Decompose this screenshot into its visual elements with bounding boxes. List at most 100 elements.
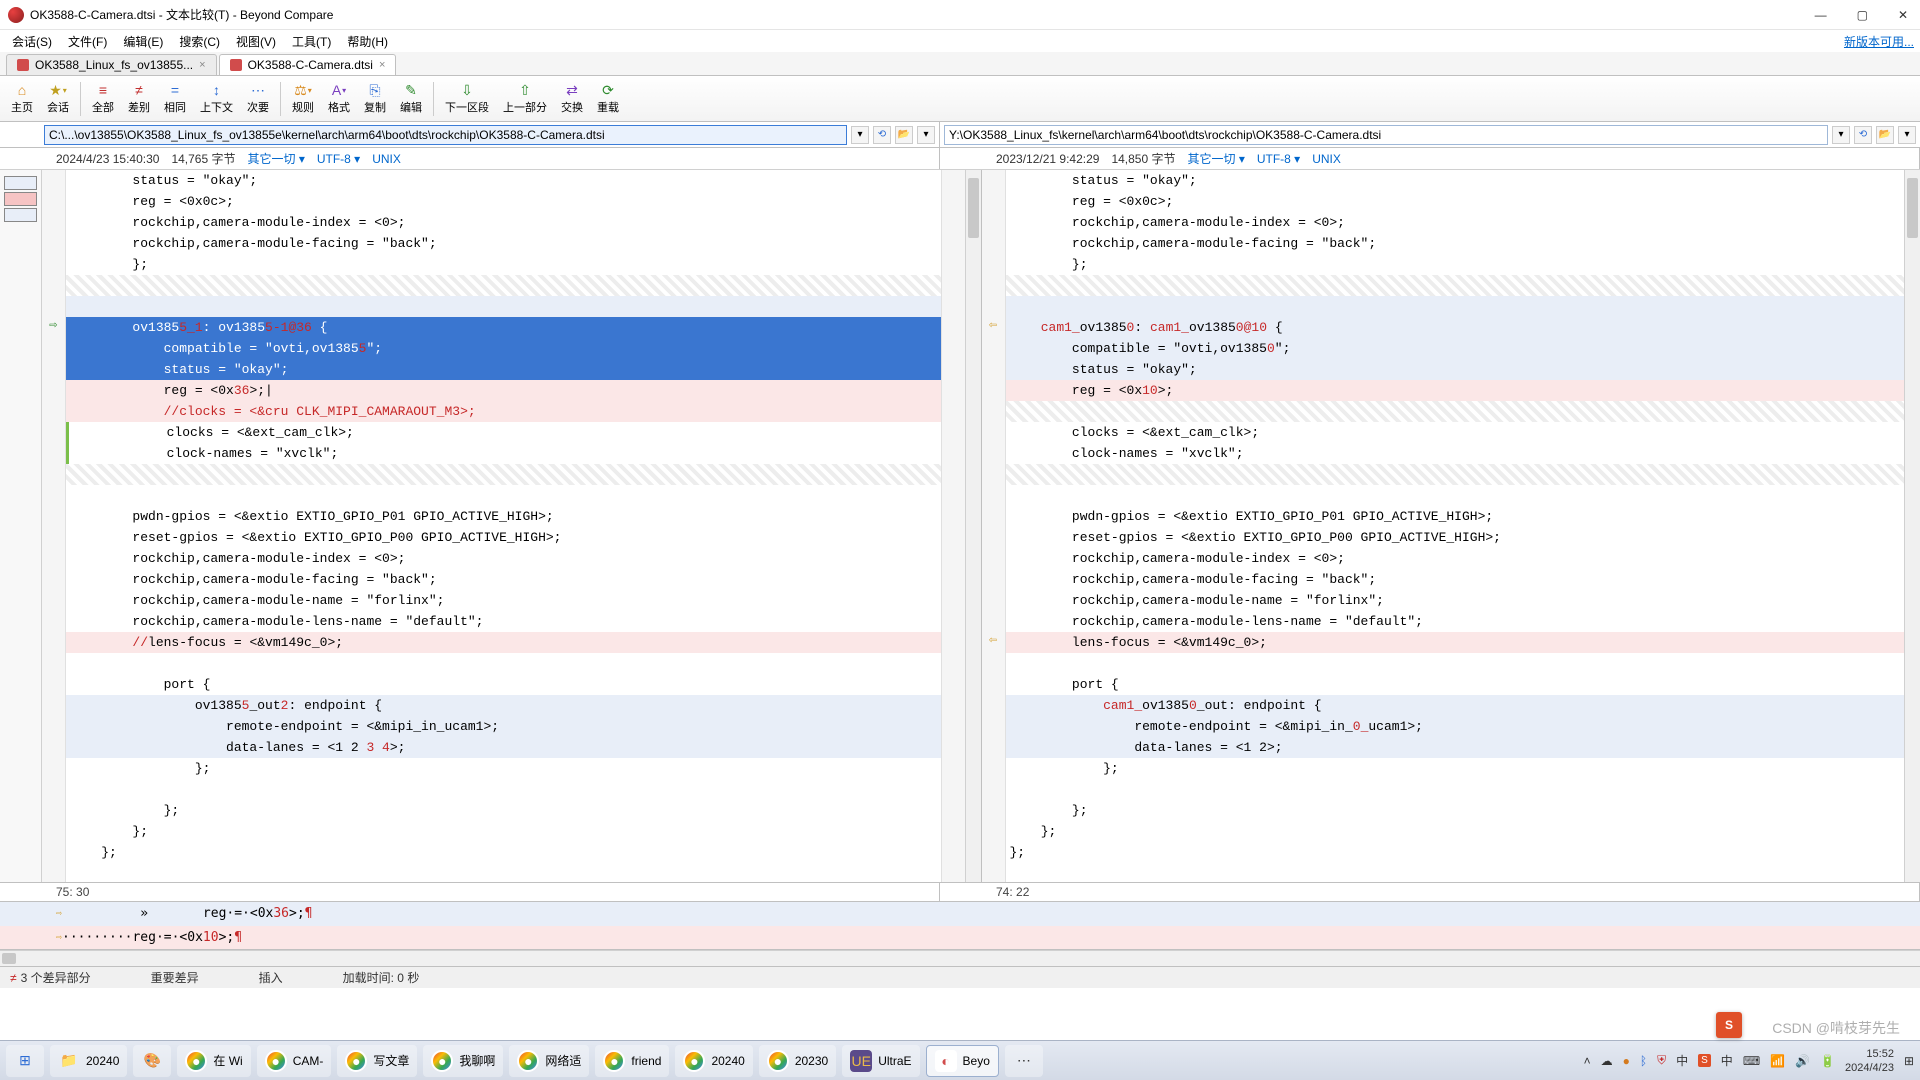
code-line[interactable]: }; bbox=[66, 758, 941, 779]
code-line[interactable]: status = "okay"; bbox=[66, 170, 941, 191]
code-line[interactable] bbox=[1006, 401, 1905, 422]
taskbar-item[interactable]: ●我聊啊 bbox=[423, 1045, 503, 1077]
taskbar-item[interactable]: ●写文章 bbox=[337, 1045, 417, 1077]
tray-wifi-icon[interactable]: 📶 bbox=[1770, 1054, 1785, 1068]
menu-item[interactable]: 帮助(H) bbox=[341, 31, 394, 52]
code-line[interactable]: reg = <0x0c>; bbox=[1006, 191, 1905, 212]
code-line[interactable]: clock-names = "xvclk"; bbox=[66, 443, 941, 464]
right-dropdown2[interactable]: ▾ bbox=[1898, 126, 1916, 144]
tab[interactable]: OK3588-C-Camera.dtsi× bbox=[219, 54, 397, 75]
tool-格式[interactable]: A▾格式 bbox=[321, 79, 357, 118]
tray-volume-icon[interactable]: 🔊 bbox=[1795, 1054, 1810, 1068]
code-line[interactable]: }; bbox=[1006, 842, 1905, 863]
left-encoding[interactable]: UTF-8 ▾ bbox=[317, 152, 360, 166]
code-line[interactable]: data-lanes = <1 2>; bbox=[1006, 737, 1905, 758]
code-line[interactable] bbox=[1006, 653, 1905, 674]
taskbar-item[interactable]: ●CAM- bbox=[257, 1045, 332, 1077]
taskbar-item[interactable]: ◐Beyo bbox=[926, 1045, 999, 1077]
tool-差别[interactable]: ≠差别 bbox=[121, 79, 157, 118]
taskbar-item[interactable]: ●friend bbox=[595, 1045, 669, 1077]
tool-全部[interactable]: ≡全部 bbox=[85, 79, 121, 118]
tab[interactable]: OK3588_Linux_fs_ov13855...× bbox=[6, 54, 217, 75]
code-line[interactable]: rockchip,camera-module-facing = "back"; bbox=[66, 233, 941, 254]
tray-ime-icon[interactable]: 中 bbox=[1676, 1052, 1688, 1069]
code-line[interactable]: rockchip,camera-module-lens-name = "defa… bbox=[1006, 611, 1905, 632]
code-line[interactable] bbox=[1006, 485, 1905, 506]
code-line[interactable]: ov13855_1: ov13855-1@36 { bbox=[66, 317, 941, 338]
sogou-ime-icon[interactable]: S bbox=[1716, 1012, 1742, 1038]
thumbnail-gutter[interactable] bbox=[0, 170, 42, 882]
code-line[interactable] bbox=[66, 485, 941, 506]
code-line[interactable]: rockchip,camera-module-name = "forlinx"; bbox=[66, 590, 941, 611]
tray-battery-icon[interactable]: 🔋 bbox=[1820, 1054, 1835, 1068]
code-line[interactable]: pwdn-gpios = <&extio EXTIO_GPIO_P01 GPIO… bbox=[66, 506, 941, 527]
taskbar-item[interactable]: 🎨 bbox=[133, 1045, 171, 1077]
taskbar-item[interactable]: ●在 Wi bbox=[177, 1045, 250, 1077]
clock[interactable]: 15:522024/4/23 bbox=[1845, 1047, 1894, 1075]
code-line[interactable]: }; bbox=[66, 821, 941, 842]
h-scrollbar[interactable] bbox=[0, 950, 1920, 966]
left-scrollbar[interactable] bbox=[965, 170, 981, 882]
tray-keyboard-icon[interactable]: ⌨ bbox=[1743, 1054, 1760, 1068]
tool-主页[interactable]: ⌂主页 bbox=[4, 79, 40, 118]
code-line[interactable] bbox=[1006, 863, 1905, 882]
code-line[interactable]: rockchip,camera-module-facing = "back"; bbox=[66, 569, 941, 590]
right-nav-button[interactable]: ⟲ bbox=[1854, 126, 1872, 144]
code-line[interactable]: rockchip,camera-module-index = <0>; bbox=[66, 212, 941, 233]
left-path-input[interactable] bbox=[44, 125, 847, 145]
left-system[interactable]: UNIX bbox=[372, 152, 401, 166]
tool-交换[interactable]: ⇄交换 bbox=[554, 79, 590, 118]
tool-会话[interactable]: ★▾会话 bbox=[40, 79, 76, 118]
tray-chevron-icon[interactable]: ˄ bbox=[1584, 1054, 1591, 1068]
code-line[interactable]: status = "okay"; bbox=[1006, 170, 1905, 191]
left-filter[interactable]: 其它一切 ▾ bbox=[247, 150, 304, 167]
maximize-button[interactable]: ▢ bbox=[1853, 6, 1872, 24]
code-line[interactable]: }; bbox=[1006, 758, 1905, 779]
tool-复制[interactable]: ⎘复制 bbox=[357, 79, 393, 118]
right-scrollbar[interactable] bbox=[1904, 170, 1920, 882]
menu-item[interactable]: 会话(S) bbox=[6, 31, 58, 52]
code-line[interactable]: }; bbox=[66, 254, 941, 275]
tool-下一区段[interactable]: ⇩下一区段 bbox=[438, 79, 496, 118]
code-line[interactable]: reg = <0x10>; bbox=[1006, 380, 1905, 401]
code-line[interactable]: compatible = "ovti,ov13850"; bbox=[1006, 338, 1905, 359]
menu-item[interactable]: 搜索(C) bbox=[173, 31, 226, 52]
menu-item[interactable]: 文件(F) bbox=[62, 31, 113, 52]
code-line[interactable]: port { bbox=[1006, 674, 1905, 695]
left-nav-button[interactable]: ⟲ bbox=[873, 126, 891, 144]
code-line[interactable]: cam1_ov13850: cam1_ov13850@10 { bbox=[1006, 317, 1905, 338]
minimize-button[interactable]: — bbox=[1811, 6, 1831, 24]
code-line[interactable]: pwdn-gpios = <&extio EXTIO_GPIO_P01 GPIO… bbox=[1006, 506, 1905, 527]
code-line[interactable]: clocks = <&ext_cam_clk>; bbox=[66, 422, 941, 443]
menu-item[interactable]: 编辑(E) bbox=[117, 31, 169, 52]
tool-次要[interactable]: ⋯次要 bbox=[240, 79, 276, 118]
code-line[interactable]: clock-names = "xvclk"; bbox=[1006, 443, 1905, 464]
tray-onedrive-icon[interactable]: ☁ bbox=[1601, 1054, 1613, 1068]
tab-close-icon[interactable]: × bbox=[379, 59, 385, 71]
left-open-button[interactable]: 📂 bbox=[895, 126, 913, 144]
menu-item[interactable]: 视图(V) bbox=[230, 31, 282, 52]
code-line[interactable]: status = "okay"; bbox=[1006, 359, 1905, 380]
taskbar-item[interactable]: ⋯ bbox=[1005, 1045, 1043, 1077]
code-line[interactable]: data-lanes = <1 2 3 4>; bbox=[66, 737, 941, 758]
tab-close-icon[interactable]: × bbox=[199, 59, 205, 71]
tool-相同[interactable]: =相同 bbox=[157, 79, 193, 118]
tray-security-icon[interactable]: ⛨ bbox=[1657, 1053, 1666, 1068]
right-path-input[interactable] bbox=[944, 125, 1828, 145]
code-line[interactable]: rockchip,camera-module-index = <0>; bbox=[1006, 212, 1905, 233]
right-encoding[interactable]: UTF-8 ▾ bbox=[1257, 152, 1300, 166]
right-dropdown-button[interactable]: ▾ bbox=[1832, 126, 1850, 144]
code-line[interactable] bbox=[1006, 779, 1905, 800]
code-line[interactable]: status = "okay"; bbox=[66, 359, 941, 380]
taskbar-item[interactable]: ⊞ bbox=[6, 1045, 44, 1077]
tray-sogou-icon[interactable]: S bbox=[1698, 1054, 1711, 1067]
code-line[interactable]: rockchip,camera-module-facing = "back"; bbox=[1006, 233, 1905, 254]
tray-action-icon[interactable]: ⊞ bbox=[1904, 1054, 1914, 1068]
tool-上一部分[interactable]: ⇧上一部分 bbox=[496, 79, 554, 118]
code-line[interactable] bbox=[66, 863, 941, 882]
code-line[interactable]: rockchip,camera-module-name = "forlinx"; bbox=[1006, 590, 1905, 611]
code-line[interactable]: //lens-focus = <&vm149c_0>; bbox=[66, 632, 941, 653]
left-dropdown-button[interactable]: ▾ bbox=[851, 126, 869, 144]
taskbar-item[interactable]: 📁20240 bbox=[50, 1045, 127, 1077]
code-line[interactable]: reset-gpios = <&extio EXTIO_GPIO_P00 GPI… bbox=[66, 527, 941, 548]
